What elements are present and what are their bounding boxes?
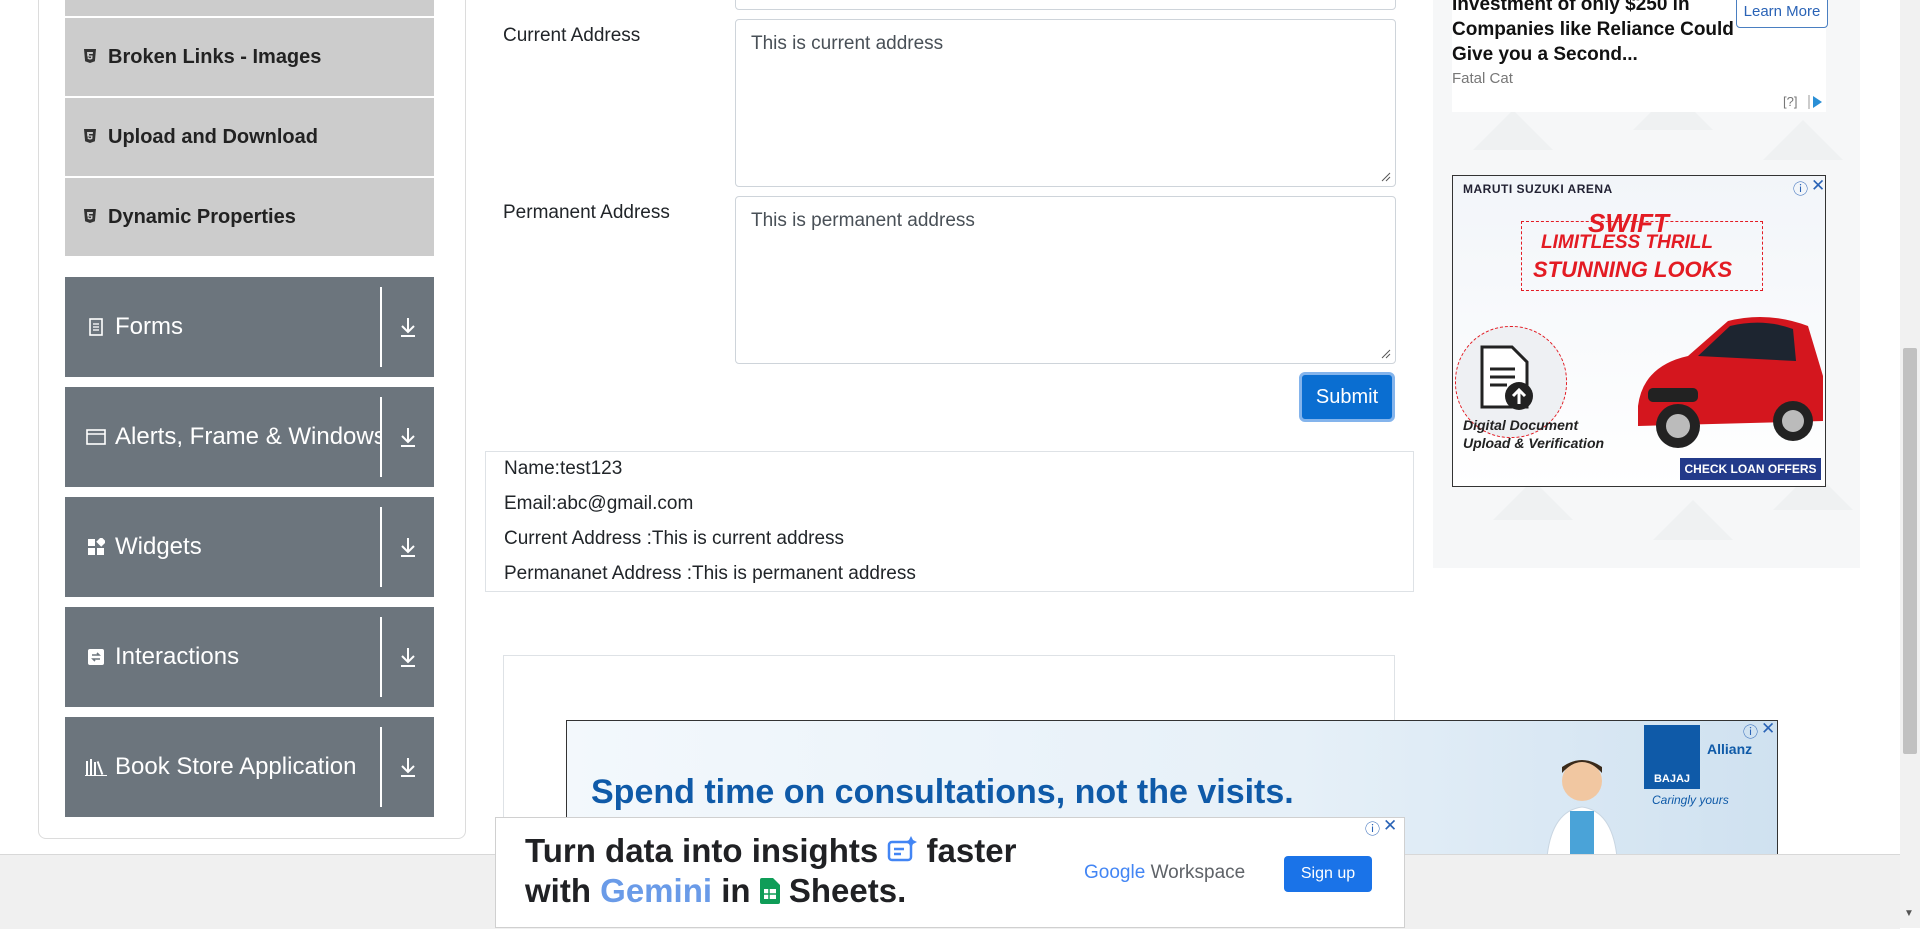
document-upload-icon [1477, 344, 1537, 419]
google-workspace-logo: Google Workspace [1084, 862, 1245, 884]
sheets-text: Sheets. [788, 872, 907, 909]
resize-handle-icon[interactable] [1381, 172, 1391, 182]
sidebar-group-label: Widgets [115, 533, 202, 560]
download-arrow-icon[interactable] [382, 426, 434, 448]
info-icon[interactable]: ⓘ [1365, 818, 1380, 839]
output-box: Name:test123 Email:abc@gmail.com Current… [485, 451, 1414, 592]
html5-icon [82, 208, 98, 226]
ad-line-2-a: with [525, 872, 591, 909]
sidebar-group-label: Book Store Application [115, 753, 357, 780]
scrollbar-thumb[interactable] [1903, 348, 1917, 754]
sidebar-item-label: Dynamic Properties [108, 205, 296, 228]
sidebar-group-widgets[interactable]: Widgets [65, 497, 434, 597]
document-icon [85, 318, 107, 336]
info-icon[interactable]: ⓘ [1743, 721, 1758, 742]
html5-icon [82, 128, 98, 146]
close-icon[interactable]: ✕ [1383, 816, 1397, 836]
current-address-label: Current Address [503, 25, 641, 46]
google-text: Google [1084, 862, 1146, 883]
workspace-text: Workspace [1150, 862, 1246, 883]
sidebar-item-top-partial[interactable] [65, 0, 434, 16]
widgets-icon [85, 538, 107, 556]
ad-tagline-1: LIMITLESS THRILL [1541, 232, 1714, 253]
learn-more-button[interactable]: Learn More [1736, 0, 1828, 28]
current-address-value: This is current address [751, 33, 944, 54]
sidebar-group-book-store[interactable]: Book Store Application [65, 717, 434, 817]
permanent-address-label: Permanent Address [503, 202, 670, 223]
sidebar-group-interactions[interactable]: Interactions [65, 607, 434, 707]
ad-doc-text: Digital Document Upload & Verification [1463, 417, 1605, 451]
resize-handle-icon[interactable] [1381, 349, 1391, 359]
output-email: Email:abc@gmail.com [504, 493, 694, 514]
ad-line-1-end: faster [926, 832, 1017, 869]
output-permanent-address: Permananet Address :This is permanent ad… [504, 563, 916, 584]
gemini-text: Gemini [600, 872, 713, 909]
sheets-icon [759, 874, 780, 912]
ad-help-link[interactable]: [?] [1783, 94, 1797, 109]
permanent-address-textarea[interactable]: This is permanent address [735, 196, 1396, 364]
bajaj-brand: BAJAJ [1653, 773, 1691, 785]
output-current-address: Current Address :This is current address [504, 528, 845, 549]
info-icon[interactable]: ⓘ [1793, 178, 1808, 199]
submit-button[interactable]: Submit [1299, 372, 1395, 422]
ad-brand: MARUTI SUZUKI ARENA [1463, 182, 1613, 196]
sidebar-group-label: Interactions [115, 643, 240, 670]
sidebar-group-alerts[interactable]: Alerts, Frame & Windows [65, 387, 434, 487]
adchoices-icon[interactable] [1808, 94, 1824, 115]
car-ad-banner[interactable]: MARUTI SUZUKI ARENA ⓘ ✕ SWIFT LIMITLESS … [1452, 175, 1826, 487]
output-name: Name:test123 [504, 458, 623, 479]
sidebar-group-label: Forms [115, 313, 183, 340]
sign-up-button[interactable]: Sign up [1284, 856, 1372, 892]
partner-name: Allianz [1707, 741, 1753, 757]
sparkle-edit-icon [887, 834, 918, 872]
permanent-address-value: This is permanent address [751, 210, 975, 231]
window-icon [85, 428, 107, 446]
google-workspace-ad[interactable]: Turn data into insights faster with Gemi… [495, 816, 1405, 928]
scroll-down-arrow-icon[interactable]: ▼ [1904, 908, 1914, 919]
sidebar-item-upload-download[interactable]: Upload and Download [65, 98, 434, 176]
close-icon[interactable]: ✕ [1811, 176, 1825, 196]
interactions-icon [85, 648, 107, 666]
check-loan-offers-button[interactable]: CHECK LOAN OFFERS [1680, 458, 1821, 480]
ad-tagline-2: STUNNING LOOKS [1533, 257, 1733, 282]
doctor-illustration [1532, 751, 1632, 855]
download-arrow-icon[interactable] [382, 756, 434, 778]
ad-headline: Spend time on consultations, not the vis… [591, 773, 1294, 811]
ad-line-1-text: Turn data into insights [525, 832, 879, 869]
sidebar-group-forms[interactable]: Forms [65, 277, 434, 377]
ad-source[interactable]: Fatal Cat [1452, 70, 1513, 87]
ad-headline[interactable]: Investment of only $250 in Companies lik… [1452, 0, 1742, 67]
download-arrow-icon[interactable] [382, 646, 434, 668]
sidebar-group-label: Alerts, Frame & Windows [115, 423, 380, 450]
close-icon[interactable]: ✕ [1761, 721, 1775, 739]
download-arrow-icon[interactable] [382, 316, 434, 338]
ad-line-2: with Gemini in Sheets. [525, 872, 906, 912]
download-arrow-icon[interactable] [382, 536, 434, 558]
books-icon [85, 758, 107, 776]
sidebar-item-broken-links[interactable]: Broken Links - Images [65, 18, 434, 96]
sidebar-item-dynamic-properties[interactable]: Dynamic Properties [65, 178, 434, 256]
sidebar-item-label: Broken Links - Images [108, 45, 322, 68]
input-field-partial[interactable] [735, 0, 1396, 10]
current-address-textarea[interactable]: This is current address [735, 19, 1396, 187]
html5-icon [82, 48, 98, 66]
ad-slogan: Caringly yours [1652, 793, 1729, 807]
car-image [1618, 296, 1825, 461]
bajaj-logo: BAJAJ [1644, 725, 1700, 789]
ad-line-1: Turn data into insights faster [525, 832, 1016, 872]
sidebar-item-label: Upload and Download [108, 125, 318, 148]
ad-line-2-b: in [721, 872, 751, 909]
